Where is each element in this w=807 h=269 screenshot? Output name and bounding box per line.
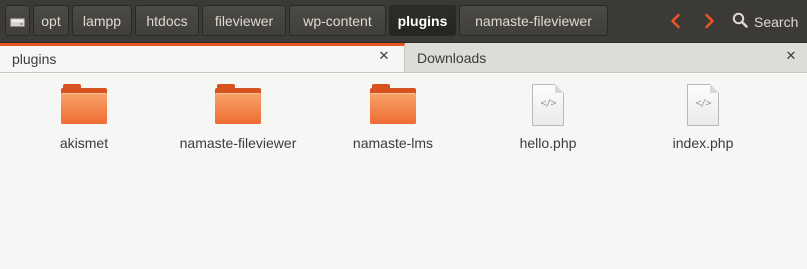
back-arrow-icon[interactable] [667,12,685,30]
file-item-namaste-lms[interactable]: namaste-lms [318,84,468,151]
file-name: akismet [59,135,109,151]
breadcrumb-opt[interactable]: opt [33,5,69,36]
file-name: hello.php [519,135,577,151]
breadcrumb-wp-content[interactable]: wp-content [289,5,386,36]
file-item-namaste-fileviewer[interactable]: namaste-fileviewer [163,84,313,151]
search-label: Search [754,13,799,30]
tab-bar: plugins ✕ Downloads ✕ [0,43,807,73]
close-icon[interactable]: ✕ [784,49,798,63]
php-file-icon: </> [525,84,571,126]
breadcrumb-lampp[interactable]: lampp [72,5,132,36]
tab-label: Downloads [417,49,487,66]
breadcrumb-fileviewer[interactable]: fileviewer [202,5,286,36]
tab-downloads[interactable]: Downloads ✕ [406,43,807,72]
breadcrumb-namaste-fileviewer[interactable]: namaste-fileviewer [459,5,608,36]
folder-icon [215,84,261,126]
search-button[interactable]: Search [732,12,798,31]
tab-label: plugins [12,51,57,67]
root-drive-button[interactable] [5,5,30,36]
tab-plugins[interactable]: plugins ✕ [0,43,405,72]
file-item-index-php[interactable]: </> index.php [628,84,778,151]
file-item-akismet[interactable]: akismet [9,84,159,151]
breadcrumb-plugins[interactable]: plugins [389,5,456,36]
close-icon[interactable]: ✕ [377,49,391,63]
file-name: namaste-fileviewer [179,135,297,151]
file-name: index.php [672,135,734,151]
location-toolbar: opt lampp htdocs fileviewer wp-content p… [0,0,807,43]
folder-icon [370,84,416,126]
search-icon [732,12,748,31]
file-name: namaste-lms [352,135,434,151]
drive-icon [10,15,25,27]
breadcrumb-htdocs[interactable]: htdocs [135,5,199,36]
folder-icon [61,84,107,126]
php-file-icon: </> [680,84,726,126]
file-item-hello-php[interactable]: </> hello.php [473,84,623,151]
forward-arrow-icon[interactable] [700,12,718,30]
